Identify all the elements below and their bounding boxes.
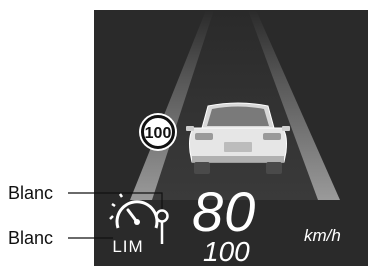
- speed-limit-sign-value: 100: [145, 125, 172, 142]
- callout-label-lower: Blanc: [8, 228, 54, 248]
- lead-vehicle-icon: [186, 102, 290, 174]
- callout-label-upper: Blanc: [8, 183, 54, 203]
- speed-limiter-icon: LIM: [109, 193, 169, 256]
- speed-limit-sign-icon: 100: [139, 113, 177, 151]
- speed-limit-sign: 100: [138, 112, 178, 152]
- set-limit-speed-value: 100: [203, 236, 250, 267]
- speed-unit: km/h: [304, 226, 341, 245]
- current-speed-value: 80: [192, 180, 257, 243]
- lim-label: LIM: [112, 237, 143, 256]
